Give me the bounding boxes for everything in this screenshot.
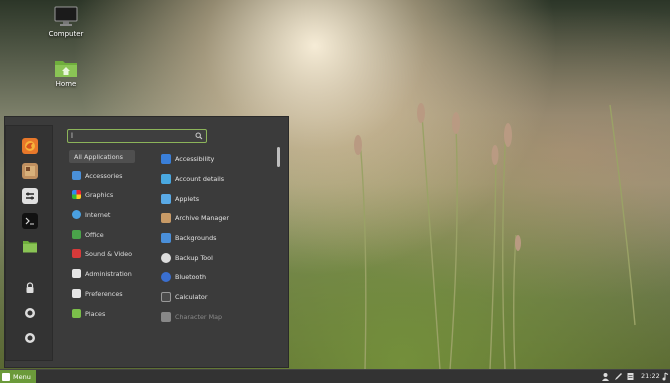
menu-button[interactable]: Menu: [0, 370, 36, 383]
category-label: Places: [85, 309, 106, 318]
category-label: Preferences: [85, 289, 123, 298]
sound-video-icon: [72, 249, 81, 258]
power-icon: [25, 333, 35, 343]
system-settings-icon: [26, 192, 34, 200]
search-icon[interactable]: [195, 132, 203, 140]
user-icon[interactable]: [601, 372, 610, 381]
favorite-terminal[interactable]: [22, 213, 38, 229]
category-label: Office: [85, 230, 104, 239]
menu-button-label: Menu: [13, 372, 31, 381]
software-manager-icon: [25, 166, 35, 176]
backgrounds-icon: [161, 233, 171, 243]
desktop-icon-label: Home: [55, 80, 77, 88]
app-label: Applets: [175, 195, 200, 203]
clock[interactable]: 21:22: [641, 372, 660, 380]
places-folder-icon: [72, 309, 81, 318]
app-calculator[interactable]: Calculator: [161, 290, 279, 304]
bluetooth-icon: [161, 272, 171, 282]
favorites-column: [5, 125, 53, 361]
internet-icon: [72, 210, 81, 219]
app-list-scrollbar[interactable]: [277, 147, 280, 362]
category-internet[interactable]: Internet: [69, 208, 135, 221]
category-label: Administration: [85, 269, 132, 278]
desktop-icon-computer[interactable]: Computer: [46, 6, 86, 38]
app-label: Archive Manager: [175, 214, 229, 222]
document-icon[interactable]: [626, 372, 635, 381]
backup-tool-icon: [161, 253, 171, 263]
search-field[interactable]: [67, 129, 207, 143]
firefox-icon: [25, 141, 35, 151]
home-folder-icon: [55, 61, 77, 77]
category-accessories[interactable]: Accessories: [69, 169, 135, 182]
favorite-lock-screen[interactable]: [22, 280, 38, 296]
taskbar: Menu 21:22: [0, 369, 670, 383]
category-sound-video[interactable]: Sound & Video: [69, 247, 135, 260]
favorite-files[interactable]: [22, 238, 38, 254]
accessibility-icon: [161, 154, 171, 164]
search-input[interactable]: [71, 130, 191, 142]
category-label: Sound & Video: [85, 249, 133, 258]
scrollbar-thumb[interactable]: [277, 147, 280, 167]
terminal-icon: [25, 217, 34, 225]
category-places[interactable]: Places: [69, 307, 135, 320]
favorite-software-manager[interactable]: [22, 163, 38, 179]
preferences-icon: [72, 289, 81, 298]
favorite-logout[interactable]: [22, 305, 38, 321]
administration-icon: [72, 269, 81, 278]
accessories-icon: [72, 171, 81, 180]
category-preferences[interactable]: Preferences: [69, 287, 135, 300]
category-office[interactable]: Office: [69, 228, 135, 241]
app-label: Accessibility: [175, 155, 215, 163]
favorite-firefox[interactable]: [22, 138, 38, 154]
character-map-icon: [161, 312, 171, 322]
category-label: Graphics: [85, 190, 114, 199]
app-applets[interactable]: Applets: [161, 192, 279, 206]
app-label: Account details: [175, 175, 225, 183]
app-label: Backup Tool: [175, 254, 213, 262]
app-accessibility[interactable]: Accessibility: [161, 152, 279, 166]
sound-icon[interactable]: [661, 372, 670, 381]
archive-manager-icon: [161, 213, 171, 223]
pen-icon[interactable]: [614, 372, 623, 381]
monitor-icon: [54, 6, 78, 26]
mint-logo-icon: [2, 372, 10, 381]
category-label: All Applications: [74, 152, 123, 161]
application-menu: All Applications Accessories Graphics In…: [4, 116, 289, 368]
app-backgrounds[interactable]: Backgrounds: [161, 231, 279, 245]
wallpaper-grass: [354, 103, 636, 370]
app-label: Calculator: [175, 293, 208, 301]
graphics-icon: [72, 190, 81, 199]
category-graphics[interactable]: Graphics: [69, 188, 135, 201]
app-bluetooth[interactable]: Bluetooth: [161, 270, 279, 284]
desktop-icon-home[interactable]: Home: [46, 58, 86, 88]
files-icon: [23, 241, 37, 253]
applets-icon: [161, 194, 171, 204]
app-archive-manager[interactable]: Archive Manager: [161, 211, 279, 225]
app-backup-tool[interactable]: Backup Tool: [161, 251, 279, 265]
logout-icon: [25, 308, 35, 318]
account-details-icon: [161, 174, 171, 184]
category-administration[interactable]: Administration: [69, 267, 135, 280]
category-label: Internet: [85, 210, 111, 219]
favorite-power[interactable]: [22, 330, 38, 346]
favorite-system-settings[interactable]: [22, 188, 38, 204]
app-character-map[interactable]: Character Map: [161, 310, 279, 324]
app-label: Character Map: [175, 313, 223, 321]
desktop-icon-label: Computer: [48, 30, 84, 38]
app-label: Backgrounds: [175, 234, 217, 242]
app-label: Bluetooth: [175, 273, 207, 281]
calculator-icon: [161, 292, 171, 302]
category-all-applications[interactable]: All Applications: [69, 150, 135, 163]
app-account-details[interactable]: Account details: [161, 172, 279, 186]
category-label: Accessories: [85, 171, 123, 180]
lock-screen-icon: [26, 282, 34, 293]
office-icon: [72, 230, 81, 239]
